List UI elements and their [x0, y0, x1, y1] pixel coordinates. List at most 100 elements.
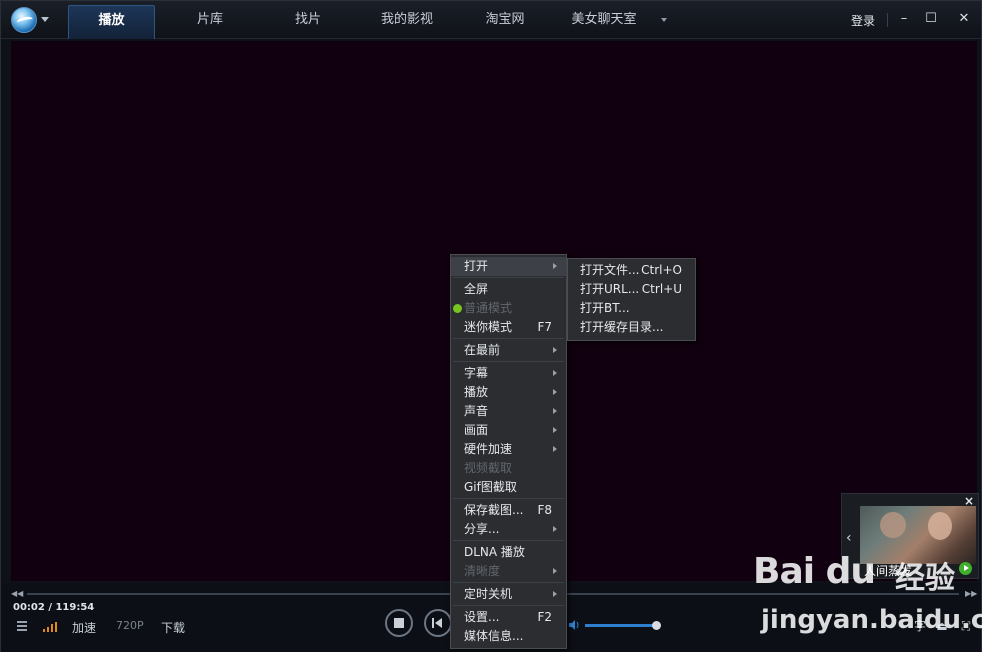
volume-knob[interactable]	[651, 621, 661, 630]
time-current: 00:02	[13, 602, 45, 613]
previous-icon	[432, 618, 434, 628]
login-link[interactable]: 登录	[851, 12, 875, 29]
menu-separator	[453, 361, 564, 362]
submenu-arrow-icon	[553, 591, 557, 597]
stop-icon	[394, 618, 404, 628]
tab-play[interactable]: 播放	[68, 5, 155, 39]
submenu-item-label: 打开缓存目录...	[580, 320, 664, 334]
menu-separator	[453, 498, 564, 499]
context-menu-item: 清晰度	[451, 562, 566, 581]
signal-icon[interactable]	[43, 620, 59, 632]
maximize-button[interactable]: ☐	[922, 10, 940, 28]
menu-item-label: 全屏	[464, 282, 489, 296]
menu-item-shortcut: F7	[537, 320, 552, 334]
context-menu-item[interactable]: 画面	[451, 421, 566, 440]
context-menu-item: 普通模式	[451, 299, 566, 318]
watermark-brand: Bai du	[753, 551, 876, 592]
minimize-button[interactable]: –	[895, 10, 913, 28]
menu-item-label: Gif图截取	[464, 480, 517, 494]
menu-item-label: 声音	[464, 404, 489, 418]
speed-up-button[interactable]: 加速	[72, 619, 96, 636]
submenu-item[interactable]: 打开URL... Ctrl+U	[568, 280, 695, 299]
tab-my-videos[interactable]: 我的影视	[363, 5, 451, 39]
player-window: 播放 片库 找片 我的影视 淘宝网 美女聊天室 登录 – ☐ ✕ ◀◀ ▶▶ 0…	[0, 0, 982, 652]
menu-separator	[453, 338, 564, 339]
submenu-item-label: 打开URL...	[580, 282, 640, 296]
submenu-arrow-icon	[553, 446, 557, 452]
context-menu-item[interactable]: 播放	[451, 383, 566, 402]
submenu-arrow-icon	[553, 427, 557, 433]
menu-item-label: 媒体信息...	[464, 629, 524, 643]
menu-item-label: 普通模式	[464, 301, 513, 315]
context-menu-item[interactable]: 全屏	[451, 280, 566, 299]
context-menu-item[interactable]: 定时关机	[451, 585, 566, 604]
seek-back-icon[interactable]: ◀◀	[11, 589, 23, 598]
context-menu-item[interactable]: 打开	[451, 257, 566, 276]
context-menu-item[interactable]: 迷你模式 F7	[451, 318, 566, 337]
submenu-item-label: 打开文件...	[580, 263, 640, 277]
context-menu-item[interactable]: 媒体信息...	[451, 627, 566, 646]
menu-item-label: 保存截图...	[464, 503, 524, 517]
logo-dropdown-icon[interactable]	[41, 17, 49, 22]
time-display: 00:02 / 119:54	[13, 602, 94, 613]
ad-prev-icon[interactable]: ‹	[846, 530, 852, 546]
context-menu-item[interactable]: 硬件加速	[451, 440, 566, 459]
menu-item-label: 硬件加速	[464, 442, 513, 456]
menu-item-label: DLNA 播放	[464, 545, 525, 559]
volume-slider[interactable]	[585, 621, 661, 630]
tab-chatroom[interactable]: 美女聊天室	[561, 5, 647, 39]
context-menu-item[interactable]: 在最前	[451, 341, 566, 360]
submenu-item[interactable]: 打开文件... Ctrl+O	[568, 261, 695, 280]
tabs-more-icon[interactable]	[661, 18, 667, 22]
top-bar: 播放 片库 找片 我的影视 淘宝网 美女聊天室 登录 – ☐ ✕	[1, 1, 981, 39]
quality-button[interactable]: 720P	[116, 619, 144, 632]
submenu-arrow-icon	[553, 370, 557, 376]
tab-find[interactable]: 找片	[266, 5, 350, 39]
submenu-item-shortcut: Ctrl+O	[641, 263, 682, 277]
download-button[interactable]: 下载	[161, 619, 185, 636]
menu-item-label: 设置...	[464, 610, 500, 624]
stop-button[interactable]	[385, 609, 413, 637]
context-menu-item[interactable]: 声音	[451, 402, 566, 421]
context-menu-item[interactable]: 保存截图... F8	[451, 501, 566, 520]
menu-item-label: 播放	[464, 385, 489, 399]
submenu-item[interactable]: 打开BT...	[568, 299, 695, 318]
submenu-arrow-icon	[553, 263, 557, 269]
menu-item-shortcut: F8	[537, 503, 552, 517]
tab-library[interactable]: 片库	[168, 5, 252, 39]
watermark-cn: 经验	[895, 561, 955, 596]
context-menu-item[interactable]: DLNA 播放	[451, 543, 566, 562]
menu-item-label: 画面	[464, 423, 489, 437]
submenu-item[interactable]: 打开缓存目录...	[568, 318, 695, 337]
context-menu: 打开 全屏 普通模式 迷你模式 F7 在最前 字幕 播放 声音 画面 硬件加速 视频截取 Gif图截取保…	[450, 254, 567, 649]
playlist-icon[interactable]	[13, 620, 27, 632]
menu-item-label: 字幕	[464, 366, 489, 380]
volume-fill	[585, 624, 656, 627]
submenu-arrow-icon	[553, 526, 557, 532]
menu-item-label: 定时关机	[464, 587, 513, 601]
menu-separator	[453, 540, 564, 541]
menu-item-label: 迷你模式	[464, 320, 513, 334]
time-total: / 119:54	[48, 602, 95, 613]
submenu-item-label: 打开BT...	[580, 301, 630, 315]
previous-button[interactable]	[424, 609, 452, 637]
close-button[interactable]: ✕	[955, 10, 973, 28]
app-logo-icon[interactable]	[11, 7, 37, 33]
context-menu-item[interactable]: 设置... F2	[451, 608, 566, 627]
menu-item-label: 视频截取	[464, 461, 513, 475]
watermark-url: jingyan.baidu.com	[761, 605, 982, 635]
divider	[887, 13, 888, 27]
checked-dot-icon	[453, 304, 462, 313]
menu-separator	[453, 605, 564, 606]
volume-icon[interactable]	[568, 619, 580, 631]
context-menu-item: 视频截取	[451, 459, 566, 478]
submenu-item-shortcut: Ctrl+U	[641, 282, 682, 296]
tab-taobao[interactable]: 淘宝网	[467, 5, 543, 39]
open-submenu: 打开文件... Ctrl+O 打开URL... Ctrl+U 打开BT... 打开缓存目录…	[567, 258, 696, 341]
menu-item-shortcut: F2	[537, 610, 552, 624]
watermark: Bai du 经验 jingyan.baidu.com	[753, 551, 982, 652]
submenu-arrow-icon	[553, 389, 557, 395]
context-menu-item[interactable]: Gif图截取	[451, 478, 566, 497]
context-menu-item[interactable]: 分享...	[451, 520, 566, 539]
context-menu-item[interactable]: 字幕	[451, 364, 566, 383]
